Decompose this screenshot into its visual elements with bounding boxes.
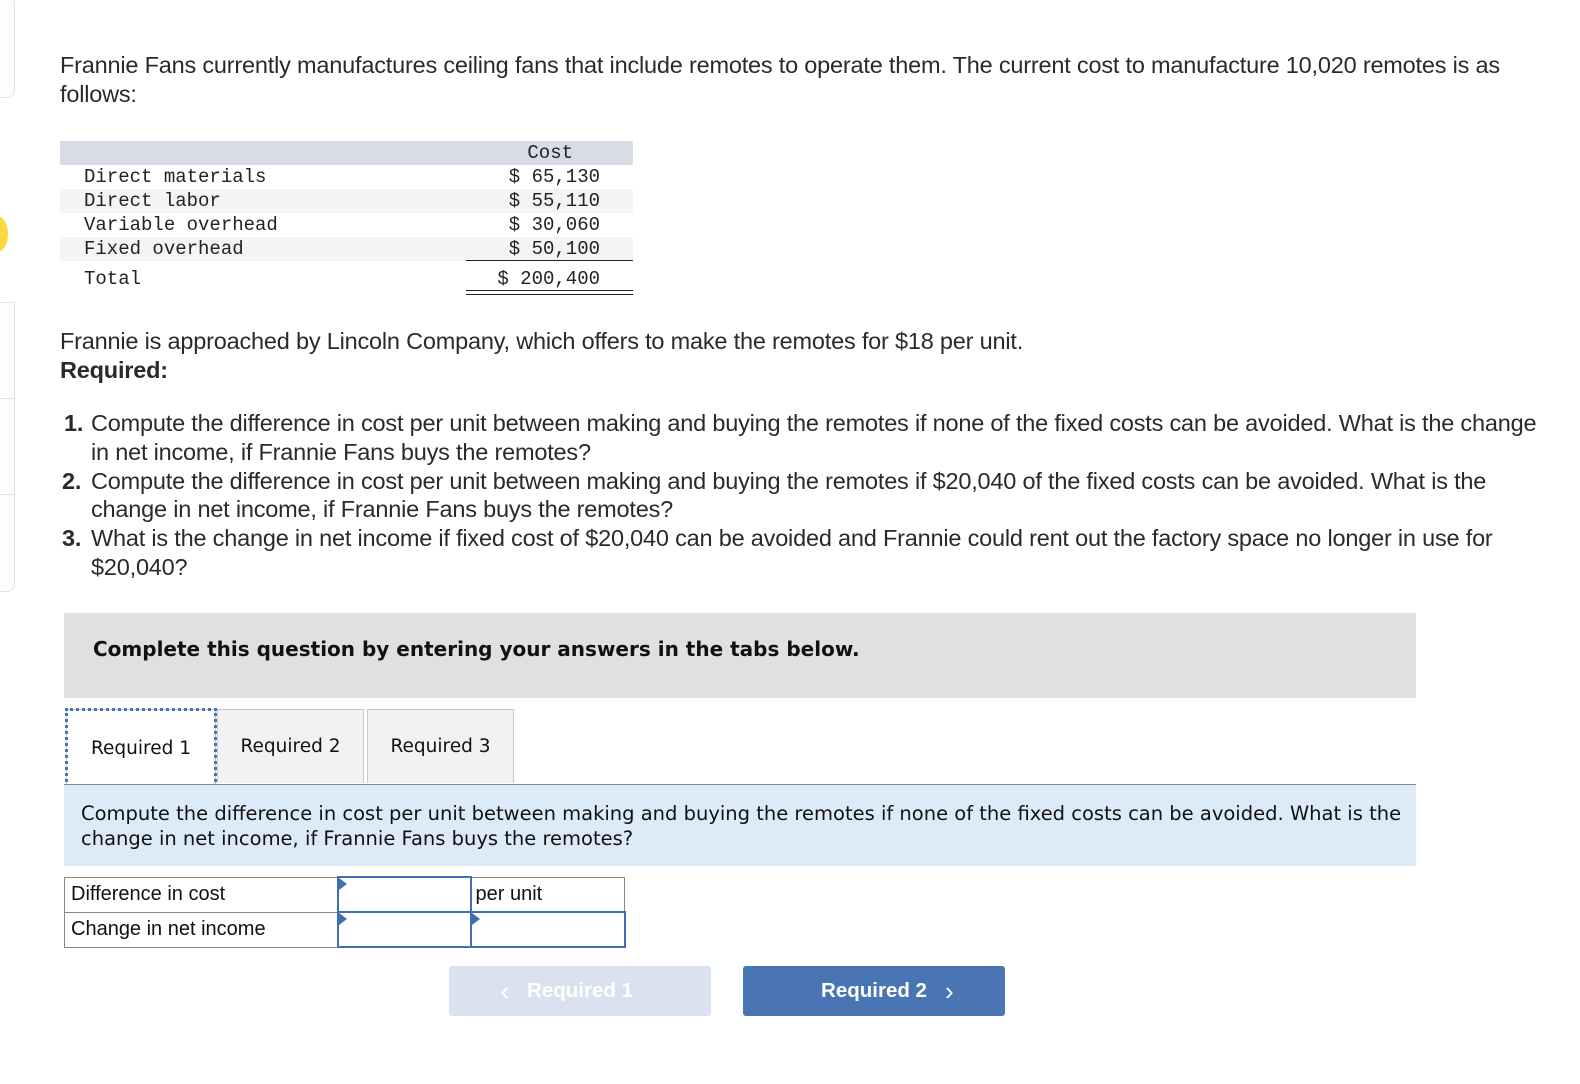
requirement-number: 3. [62, 525, 82, 552]
total-double-rule [466, 290, 633, 295]
answer-label: Difference in cost [64, 876, 338, 913]
side-panel-card [0, 494, 15, 592]
next-button-label: Required 2 [821, 979, 927, 1002]
table-row: Fixed overhead $ 50,100 [60, 237, 633, 261]
answer-table: Difference in cost per unit Change in ne… [64, 876, 626, 948]
net-income-direction-cell [469, 911, 626, 948]
tab-required-3[interactable]: Required 3 [367, 709, 514, 783]
status-dot-icon [0, 216, 8, 252]
question-prompt: Compute the difference in cost per unit … [64, 785, 1416, 866]
requirement-text: Compute the difference in cost per unit … [91, 410, 1537, 465]
cost-column-header: Cost [527, 142, 573, 164]
row-label: Direct labor [84, 190, 221, 212]
requirement-text: What is the change in net income if fixe… [91, 525, 1493, 580]
table-row: Variable overhead $ 30,060 [60, 213, 633, 237]
change-in-net-income-input[interactable] [338, 913, 470, 946]
row-value: $ 30,060 [508, 214, 600, 236]
net-income-direction-input[interactable] [471, 913, 624, 946]
row-value: $ 55,110 [508, 190, 600, 212]
table-row: Direct materials $ 65,130 [60, 165, 633, 189]
requirement-item: 3. What is the change in net income if f… [60, 524, 1560, 582]
prompt-text: Compute the difference in cost per unit … [81, 802, 1402, 850]
requirements-list: 1. Compute the difference in cost per un… [60, 409, 1560, 582]
input-flag-icon [338, 878, 347, 890]
row-label: Variable overhead [84, 214, 278, 236]
required-heading: Required: [60, 356, 168, 383]
next-button[interactable]: › Required 2 › [743, 966, 1005, 1016]
answer-row-net-income: Change in net income [64, 911, 626, 948]
cost-table-header: Cost [60, 141, 633, 165]
total-row: Total $ 200,400 [60, 261, 633, 295]
side-panel-card [0, 398, 15, 496]
change-in-net-income-cell [336, 911, 472, 948]
row-label: Direct materials [84, 166, 267, 188]
answer-row-difference: Difference in cost per unit [64, 876, 625, 913]
requirement-text: Compute the difference in cost per unit … [91, 467, 1487, 523]
answer-label: Change in net income [64, 911, 338, 948]
difference-in-cost-input[interactable] [338, 878, 470, 911]
total-label: Total [84, 268, 142, 290]
difference-in-cost-cell [336, 876, 472, 913]
chevron-left-icon: ‹ [500, 975, 510, 1006]
instruction-banner: Complete this question by entering your … [64, 613, 1416, 698]
tab-required-2[interactable]: Required 2 [217, 709, 364, 783]
input-flag-icon [338, 913, 347, 925]
dropdown-flag-icon [471, 913, 480, 925]
offer-text: Frannie is approached by Lincoln Company… [60, 328, 1024, 354]
instruction-text: Complete this question by entering your … [93, 637, 860, 661]
requirement-number: 2. [62, 467, 82, 494]
tab-required-1[interactable]: Required 1 [65, 708, 217, 787]
requirement-item: 2. Compute the difference in cost per un… [60, 467, 1560, 525]
row-value: $ 50,100 [508, 238, 600, 260]
previous-button[interactable]: ‹ Required 1 ‹ [449, 966, 711, 1016]
cost-table: Cost Direct materials $ 65,130 Direct la… [60, 141, 633, 295]
row-value: $ 65,130 [508, 166, 600, 188]
unit-label: per unit [470, 876, 625, 913]
requirement-number: 1. [64, 410, 84, 436]
intro-text: Frannie Fans currently manufactures ceil… [60, 52, 1500, 107]
side-panel-card [0, 302, 15, 400]
previous-button-label: Required 1 [527, 979, 633, 1002]
table-row: Direct labor $ 55,110 [60, 189, 633, 213]
requirement-item: 1. Compute the difference in cost per un… [60, 409, 1560, 467]
chevron-right-icon: › [944, 975, 954, 1006]
offer-paragraph: Frannie is approached by Lincoln Company… [60, 327, 1023, 384]
side-panel-card [0, 0, 15, 98]
row-label: Fixed overhead [84, 238, 244, 260]
